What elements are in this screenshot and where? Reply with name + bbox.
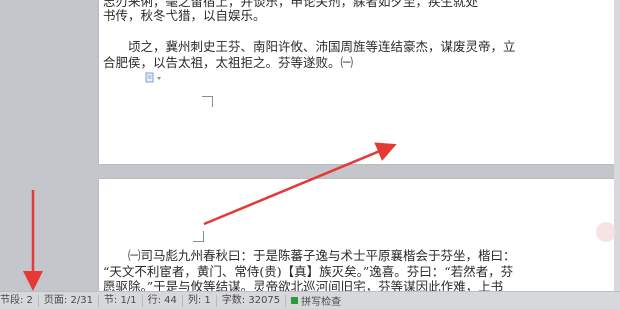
status-row[interactable]: 行: 44 — [143, 294, 183, 307]
document-workspace[interactable]: 志刃来俐，毫之留宿上，并谈乐，申论关剂，寐者如夕至，疾生就处 书传，秋冬弋猎，以… — [0, 0, 620, 291]
spell-check-icon — [291, 297, 299, 304]
status-col[interactable]: 列: 1 — [183, 294, 217, 307]
spell-check-toggle[interactable]: 拼写检查 — [286, 293, 346, 308]
spell-check-label: 拼写检查 — [301, 297, 342, 308]
annotation-arrow — [203, 142, 397, 226]
status-section[interactable]: 节: 1/1 — [99, 294, 143, 307]
status-word-count[interactable]: 字数: 32075 — [217, 294, 287, 307]
annotation-overlay — [23, 142, 397, 291]
status-section-para[interactable]: 节段: 2 — [0, 294, 39, 307]
status-bar: 节段: 2 页面: 2/31 节: 1/1 行: 44 列: 1 字数: 320… — [0, 291, 620, 309]
status-page[interactable]: 页面: 2/31 — [39, 294, 99, 307]
